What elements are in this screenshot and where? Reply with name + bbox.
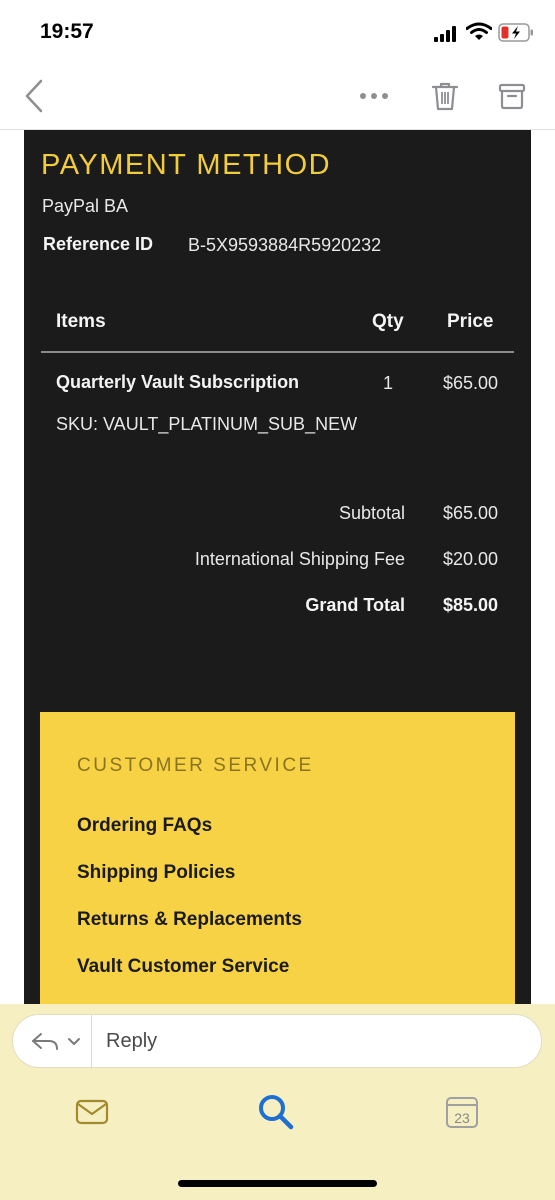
- table-divider: [41, 351, 514, 353]
- grand-total-label: Grand Total: [305, 595, 405, 615]
- shipping-fee-label: International Shipping Fee: [194, 549, 405, 569]
- mail-toolbar: [0, 64, 555, 130]
- reply-input[interactable]: Reply: [106, 1030, 157, 1053]
- item-qty: 1: [383, 373, 394, 393]
- more-icon: [360, 93, 388, 99]
- calendar-icon: 23: [446, 1097, 478, 1128]
- search-icon: [259, 1095, 294, 1130]
- email-body: PAYMENT METHOD PayPal BA Reference ID B-…: [24, 130, 531, 1012]
- status-bar: 19:57: [0, 0, 555, 64]
- qty-column-header: Qty: [372, 311, 404, 332]
- shipping-policies-link[interactable]: Shipping Policies: [77, 862, 235, 884]
- bottom-bar: Reply 23: [0, 1004, 555, 1200]
- battery-charging-icon: [498, 23, 534, 42]
- back-button[interactable]: [16, 78, 52, 114]
- ordering-faqs-link[interactable]: Ordering FAQs: [77, 815, 212, 837]
- items-column-header: Items: [56, 311, 106, 332]
- item-name: Quarterly Vault Subscription: [56, 372, 300, 392]
- returns-replacements-link[interactable]: Returns & Replacements: [77, 909, 302, 931]
- customer-service-heading: CUSTOMER SERVICE: [77, 755, 314, 776]
- reply-options-button[interactable]: [31, 1030, 87, 1054]
- subtotal-value: $65.00: [442, 503, 498, 523]
- status-time: 19:57: [40, 20, 94, 43]
- archive-icon: [498, 83, 526, 110]
- mail-icon: [75, 1099, 109, 1125]
- archive-button[interactable]: [494, 78, 530, 114]
- item-price: $65.00: [442, 373, 498, 393]
- reference-id-label: Reference ID: [43, 234, 154, 254]
- reply-separator: [91, 1015, 92, 1069]
- delete-button[interactable]: [427, 78, 463, 114]
- trash-icon: [431, 82, 459, 111]
- reply-arrow-icon: [32, 1033, 80, 1050]
- reply-bar[interactable]: Reply: [12, 1014, 542, 1069]
- payment-method-heading: PAYMENT METHOD: [41, 149, 332, 181]
- subtotal-label: Subtotal: [338, 503, 405, 523]
- customer-service-box: CUSTOMER SERVICE Ordering FAQs Shipping …: [40, 712, 515, 1012]
- price-column-header: Price: [447, 311, 494, 332]
- more-button[interactable]: [356, 78, 392, 114]
- vault-customer-service-link[interactable]: Vault Customer Service: [77, 956, 289, 978]
- shipping-fee-value: $20.00: [442, 549, 498, 569]
- reference-id-value: B-5X9593884R5920232: [188, 235, 382, 255]
- tab-mail[interactable]: [72, 1092, 112, 1132]
- wifi-icon: [465, 22, 493, 42]
- tab-search[interactable]: [256, 1092, 296, 1132]
- item-sku: SKU: VAULT_PLATINUM_SUB_NEW: [56, 414, 358, 434]
- calendar-day: 23: [454, 1110, 470, 1126]
- cellular-signal-icon: [434, 26, 458, 42]
- grand-total-value: $85.00: [442, 595, 498, 615]
- chevron-left-icon: [25, 79, 43, 113]
- payment-method-value: PayPal BA: [42, 196, 129, 216]
- tab-calendar[interactable]: 23: [442, 1092, 482, 1132]
- home-indicator: [178, 1180, 377, 1187]
